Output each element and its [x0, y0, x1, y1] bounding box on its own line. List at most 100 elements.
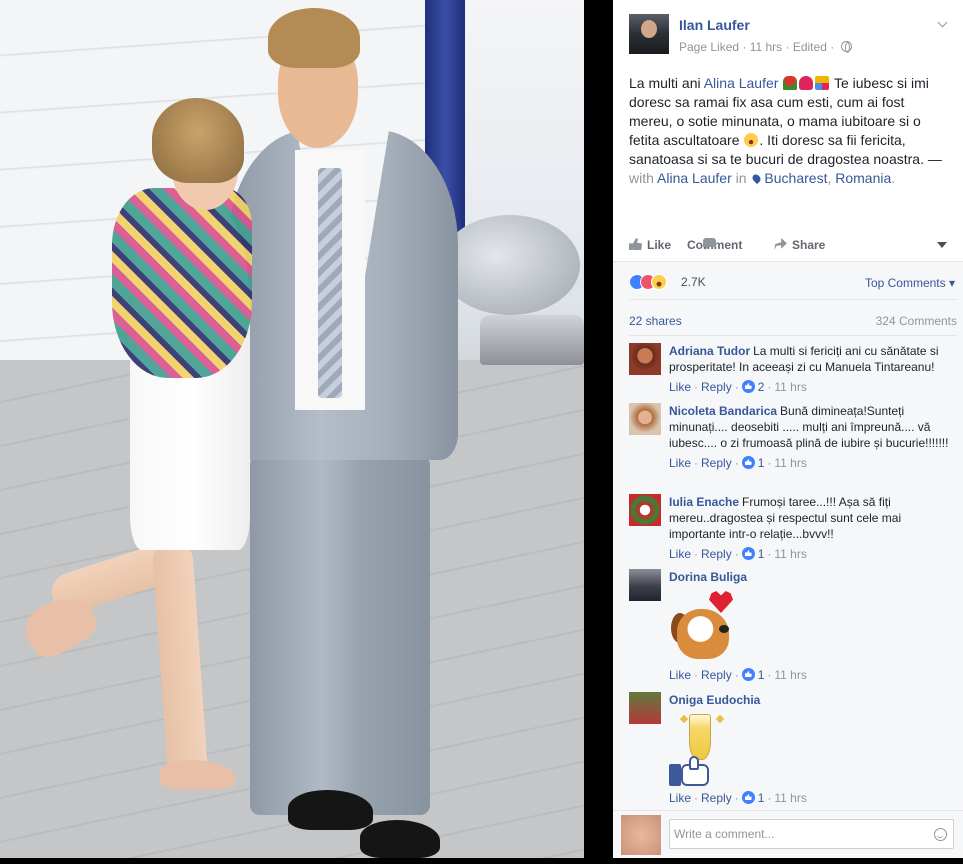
woman-scarf	[112, 188, 252, 378]
comment-like-link[interactable]: Like	[669, 668, 691, 682]
thumb-finger	[689, 756, 699, 770]
comment-body: Adriana Tudor La multi si fericiți ani cu…	[669, 343, 959, 395]
comment-author[interactable]: Dorina Buliga	[669, 570, 747, 584]
comment-author[interactable]: Nicoleta Bandarica	[669, 404, 777, 418]
comment-author[interactable]: Adriana Tudor	[669, 344, 750, 358]
post-header: Ilan Laufer Page Liked · 11 hrs · Edited…	[629, 14, 949, 58]
comment-button[interactable]: Comment	[687, 238, 742, 252]
champagne-thumbs-up-sticker	[669, 714, 741, 786]
like-count-icon	[741, 380, 755, 393]
comment-actions: Like · Reply · 1 · 11 hrs	[669, 456, 807, 470]
reactions-count[interactable]: 2.7K	[681, 275, 706, 289]
man-hair	[268, 8, 360, 68]
comment-reply-link[interactable]: Reply	[701, 668, 732, 682]
location-pin-icon	[751, 172, 763, 185]
comment-author[interactable]: Oniga Eudochia	[669, 693, 760, 707]
comment-composer	[613, 810, 963, 858]
comment-time[interactable]: 11 hrs	[774, 456, 806, 470]
photo-dome	[440, 215, 580, 315]
heart-icon	[709, 591, 733, 613]
caret-down-icon[interactable]	[937, 242, 947, 248]
comment-like-link[interactable]: Like	[669, 791, 691, 805]
dog-icon	[677, 609, 729, 659]
globe-icon[interactable]	[840, 41, 852, 53]
comment-like-count[interactable]: 1	[758, 668, 765, 682]
comment-sort-dropdown[interactable]: Top Comments ▾	[865, 276, 955, 290]
page-avatar[interactable]	[629, 14, 669, 54]
comment-reply-link[interactable]: Reply	[701, 456, 732, 470]
comment-like-count[interactable]: 1	[758, 791, 765, 805]
with-label: with	[629, 170, 658, 186]
commenter-avatar[interactable]	[629, 569, 661, 601]
post-meta-text[interactable]: Page Liked · 11 hrs · Edited ·	[679, 40, 834, 54]
comment-like-count[interactable]: 1	[758, 547, 765, 561]
comments-count[interactable]: 324 Comments	[876, 314, 957, 328]
post-body: La multi ani Alina Laufer Te iubesc si i…	[629, 74, 951, 188]
dog-nose	[719, 625, 729, 633]
comment-like-link[interactable]: Like	[669, 456, 691, 470]
thumb-cuff	[669, 764, 681, 786]
shares-link[interactable]: 22 shares	[629, 314, 682, 328]
with-tag-link[interactable]: Alina Laufer	[657, 170, 732, 186]
post-text-part: La multi ani	[629, 75, 704, 91]
post-actions: Like Comment Share	[629, 236, 951, 256]
in-label: in	[731, 170, 751, 186]
comment-like-count[interactable]: 2	[758, 380, 765, 394]
comment-body: Dorina Buliga Like · Reply · 1 · 11 hrs	[669, 569, 959, 683]
comment-body: Iulia Enache Frumoși taree...!!! Așa să f…	[669, 494, 959, 562]
like-label: Like	[647, 238, 672, 252]
user-avatar	[621, 815, 661, 855]
comment-time[interactable]: 11 hrs	[774, 547, 806, 561]
like-count-icon	[741, 791, 755, 804]
comment-input[interactable]	[669, 819, 954, 849]
rose-emoji-icon	[783, 76, 798, 90]
comment-actions: Like · Reply · 1 · 11 hrs	[669, 668, 807, 682]
comment-actions: Like · Reply · 1 · 11 hrs	[669, 547, 807, 561]
like-count-icon	[741, 547, 755, 560]
comment-author[interactable]: Iulia Enache	[669, 495, 739, 509]
comment-actions: Like · Reply · 2 · 11 hrs	[669, 380, 807, 394]
comment-like-link[interactable]: Like	[669, 547, 691, 561]
comment-time[interactable]: 11 hrs	[774, 668, 806, 682]
comment-reply-link[interactable]: Reply	[701, 547, 732, 561]
woman-hair	[152, 98, 244, 183]
comment-time[interactable]: 11 hrs	[774, 791, 806, 805]
comment-time[interactable]: 11 hrs	[774, 380, 806, 394]
heart-emoji-icon	[799, 76, 814, 90]
author-name[interactable]: Ilan Laufer	[679, 17, 750, 33]
like-button[interactable]: Like	[629, 238, 671, 252]
comment-reply-link[interactable]: Reply	[701, 791, 732, 805]
post-counts: 22 shares 324 Comments	[629, 299, 957, 329]
comment-body: Nicoleta Bandarica Bună dimineața!Sunteți…	[669, 403, 959, 471]
commenter-avatar[interactable]	[629, 692, 661, 724]
thumbs-up-icon	[669, 756, 715, 786]
text-end: .	[891, 170, 896, 186]
dog-heart-sticker	[669, 591, 741, 663]
commenter-avatar[interactable]	[629, 403, 661, 435]
man-trousers	[250, 455, 430, 815]
share-button[interactable]: Share	[774, 238, 825, 252]
post-photo[interactable]	[0, 0, 584, 858]
comment-like-count[interactable]: 1	[758, 456, 765, 470]
like-icon	[629, 238, 642, 250]
chevron-down-icon[interactable]	[937, 18, 949, 30]
party-emoji-icon	[815, 76, 830, 90]
tag-link[interactable]: Alina Laufer	[704, 75, 779, 91]
post-panel: Ilan Laufer Page Liked · 11 hrs · Edited…	[613, 0, 963, 858]
laughing-emoji-icon	[744, 133, 759, 147]
sparkle-icon	[679, 714, 689, 724]
like-count-icon	[741, 456, 755, 469]
champagne-glass-icon	[689, 714, 711, 760]
share-icon	[774, 238, 787, 250]
comment-reply-link[interactable]: Reply	[701, 380, 732, 394]
emoji-icon[interactable]	[934, 828, 947, 841]
comments-section: 2.7K Top Comments ▾ 22 shares 324 Commen…	[613, 261, 963, 858]
comment-body: Oniga Eudochia Like · Reply · 1 · 11 hrs	[669, 692, 959, 806]
commenter-avatar[interactable]	[629, 343, 661, 375]
commenter-avatar[interactable]	[629, 494, 661, 526]
country-link[interactable]: Romania	[835, 170, 891, 186]
sparkle-icon	[715, 714, 725, 724]
place-link[interactable]: Bucharest	[764, 170, 827, 186]
comment-like-link[interactable]: Like	[669, 380, 691, 394]
like-count-icon	[741, 668, 755, 681]
